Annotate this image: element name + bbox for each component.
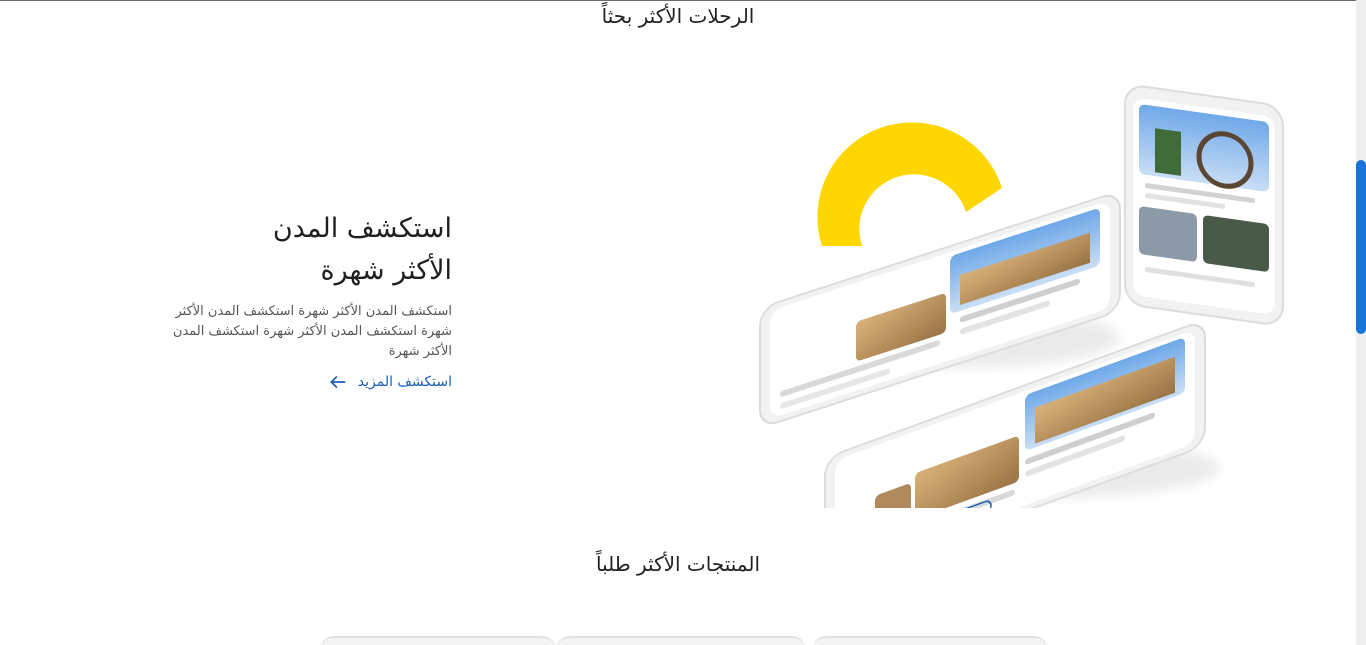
phone-mockups-illustration: [759, 85, 1284, 508]
hero-text-block: استكشف المدن الأكثر شهرة استكشف المدن ال…: [132, 208, 452, 392]
most-searched-trips-title: الرحلات الأكثر بحثاً: [601, 4, 755, 28]
hero-heading: استكشف المدن الأكثر شهرة: [132, 208, 452, 292]
explore-more-label: استكشف المزيد: [357, 374, 452, 390]
arrow-left-icon: [330, 376, 346, 388]
product-card[interactable]: [812, 636, 1048, 645]
top-divider: [0, 0, 1356, 1]
phone-mockup-2: [1124, 85, 1284, 325]
yellow-accent-arc: [817, 122, 1002, 246]
product-card[interactable]: [556, 636, 806, 645]
most-requested-products-title: المنتجات الأكثر طلباً: [595, 552, 761, 576]
scrollbar-thumb[interactable]: [1356, 160, 1366, 334]
hero-heading-line2: الأكثر شهرة: [320, 255, 453, 286]
hero-description: استكشف المدن الأكثر شهرة استكشف المدن ال…: [172, 304, 452, 359]
explore-more-link[interactable]: استكشف المزيد: [328, 372, 452, 392]
product-card[interactable]: [320, 636, 556, 645]
hero-heading-line1: استكشف المدن: [272, 213, 452, 244]
products-cards-row: [320, 636, 1060, 645]
